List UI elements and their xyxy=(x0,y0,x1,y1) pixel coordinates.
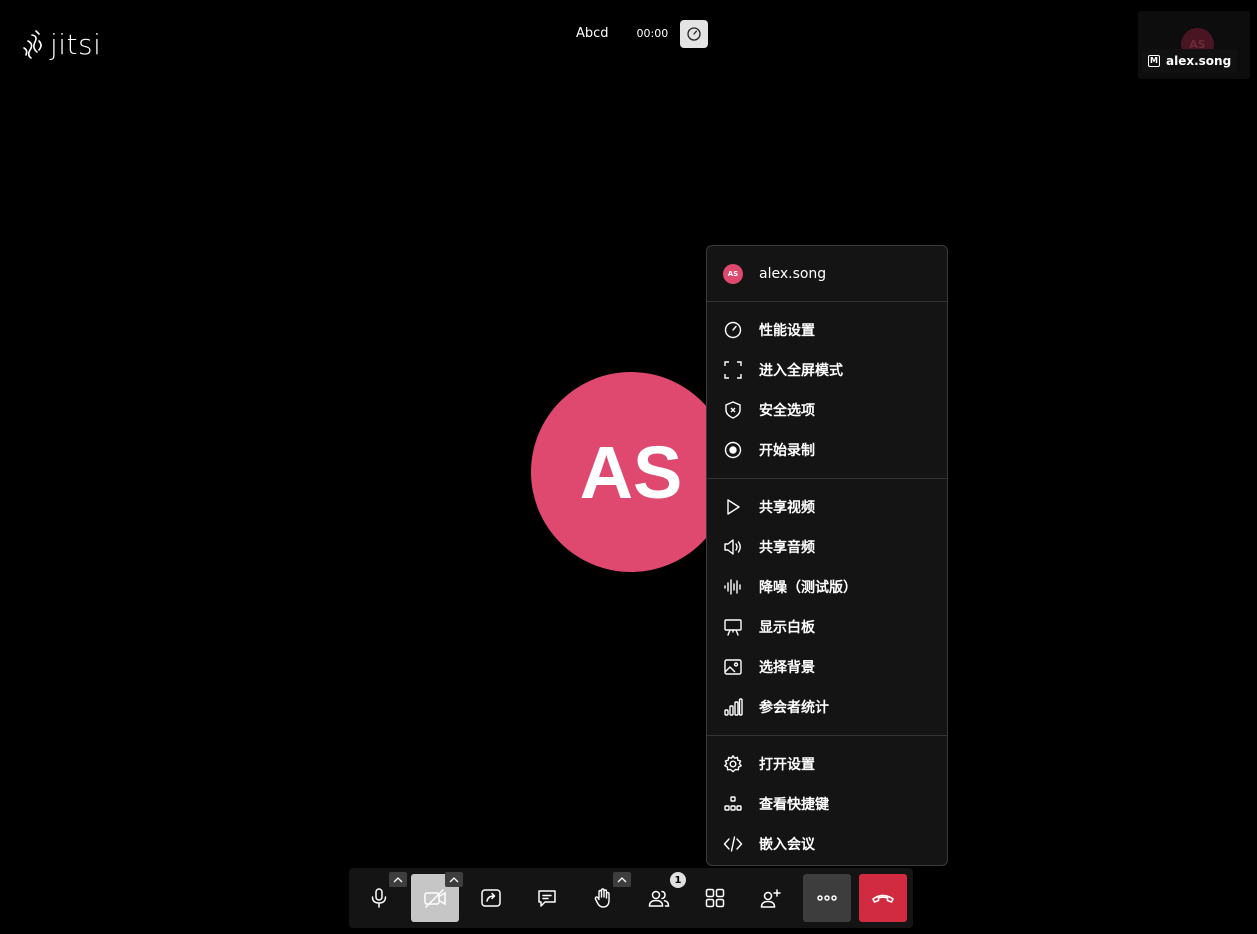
menu-item-label: 打开设置 xyxy=(759,757,815,773)
record-icon xyxy=(723,440,743,460)
gauge-icon xyxy=(687,27,701,41)
screen-share-icon xyxy=(481,889,501,907)
menu-item-noise-suppression[interactable]: 降噪（测试版） xyxy=(707,567,947,607)
menu-item-show-whiteboard[interactable]: 显示白板 xyxy=(707,607,947,647)
logo-text: jitsi xyxy=(50,28,102,61)
menu-item-label: 开始录制 xyxy=(759,443,815,459)
menu-item-start-recording[interactable]: 开始录制 xyxy=(707,430,947,470)
menu-user-name: alex.song xyxy=(759,265,827,282)
audio-options-arrow[interactable] xyxy=(389,872,407,887)
menu-group-1: 性能设置 进入全屏模式 安全选项 开始录制 xyxy=(707,302,947,479)
menu-item-label: 参会者统计 xyxy=(759,700,829,716)
jitsi-logo-icon xyxy=(23,30,42,59)
chat-icon xyxy=(538,890,556,907)
menu-item-fullscreen[interactable]: 进入全屏模式 xyxy=(707,350,947,390)
menu-item-label: 嵌入会议 xyxy=(759,837,815,853)
add-user-icon xyxy=(760,889,781,908)
image-icon xyxy=(723,657,743,677)
participants-count-badge: 1 xyxy=(670,872,686,888)
reactions-arrow[interactable] xyxy=(613,872,631,887)
thumbnail-name-label: M alex.song xyxy=(1142,49,1238,73)
video-options-arrow[interactable] xyxy=(445,872,463,887)
menu-item-open-settings[interactable]: 打开设置 xyxy=(707,744,947,784)
menu-user-avatar: AS xyxy=(723,263,743,284)
conference-timer: 00:00 xyxy=(636,27,669,40)
microphone-icon xyxy=(371,888,387,908)
meeting-title: Abcd xyxy=(560,20,625,48)
menu-item-label: 安全选项 xyxy=(759,403,815,419)
conference-info: Abcd 00:00 xyxy=(560,20,709,48)
thumbnail-display-name: alex.song xyxy=(1166,54,1232,68)
play-icon xyxy=(723,497,743,517)
menu-item-label: 查看快捷键 xyxy=(759,797,829,813)
menu-item-label: 选择背景 xyxy=(759,660,815,676)
shield-icon xyxy=(723,400,743,420)
menu-item-speaker-stats[interactable]: 参会者统计 xyxy=(707,687,947,727)
menu-item-performance-settings[interactable]: 性能设置 xyxy=(707,310,947,350)
menu-item-label: 性能设置 xyxy=(759,323,815,339)
chevron-up-icon xyxy=(393,876,403,882)
stats-bars-icon xyxy=(723,697,743,717)
gear-icon xyxy=(723,754,743,774)
more-icon xyxy=(817,895,837,901)
whiteboard-icon xyxy=(723,617,743,637)
menu-item-label: 共享视频 xyxy=(759,500,815,516)
menu-item-label: 共享音频 xyxy=(759,540,815,556)
menu-item-embed-meeting[interactable]: 嵌入会议 xyxy=(707,824,947,864)
tile-view-button[interactable] xyxy=(691,874,739,922)
menu-item-share-audio[interactable]: 共享音频 xyxy=(707,527,947,567)
chevron-up-icon xyxy=(449,876,459,882)
menu-item-security-options[interactable]: 安全选项 xyxy=(707,390,947,430)
menu-item-label: 降噪（测试版） xyxy=(759,580,857,596)
menu-group-2: 共享视频 共享音频 降噪（测试版） 显示白板 选择背景 参会者统计 xyxy=(707,479,947,736)
hangup-button[interactable] xyxy=(859,874,907,922)
main-avatar: AS xyxy=(531,372,731,572)
menu-item-label: 进入全屏模式 xyxy=(759,363,843,379)
hand-icon xyxy=(594,888,610,908)
chat-button[interactable] xyxy=(523,874,571,922)
jitsi-logo[interactable]: jitsi xyxy=(22,28,101,62)
shortcuts-icon xyxy=(723,794,743,814)
speaker-icon xyxy=(723,537,743,557)
fullscreen-icon xyxy=(723,360,743,380)
menu-item-select-background[interactable]: 选择背景 xyxy=(707,647,947,687)
menu-group-3: 打开设置 查看快捷键 嵌入会议 xyxy=(707,736,947,872)
bottom-toolbar: 1 xyxy=(349,868,913,928)
invite-button[interactable] xyxy=(747,874,795,922)
more-actions-button[interactable] xyxy=(803,874,851,922)
code-icon xyxy=(723,834,743,854)
screen-share-button[interactable] xyxy=(467,874,515,922)
participants-icon xyxy=(648,890,670,907)
tile-view-icon xyxy=(705,888,725,908)
menu-user-item[interactable]: AS alex.song xyxy=(707,246,947,302)
chevron-up-icon xyxy=(617,876,627,882)
camera-off-icon xyxy=(424,889,446,908)
waveform-icon xyxy=(723,577,743,597)
menu-item-label: 显示白板 xyxy=(759,620,815,636)
menu-item-share-video[interactable]: 共享视频 xyxy=(707,487,947,527)
hangup-icon xyxy=(872,894,894,903)
overflow-menu: AS alex.song 性能设置 进入全屏模式 安全选项 开始录制 共享视频 … xyxy=(706,245,948,866)
performance-button[interactable] xyxy=(680,20,709,48)
gauge-icon xyxy=(723,320,743,340)
menu-item-keyboard-shortcuts[interactable]: 查看快捷键 xyxy=(707,784,947,824)
moderator-icon: M xyxy=(1148,55,1160,67)
local-video-thumbnail[interactable]: AS M alex.song xyxy=(1138,11,1250,79)
